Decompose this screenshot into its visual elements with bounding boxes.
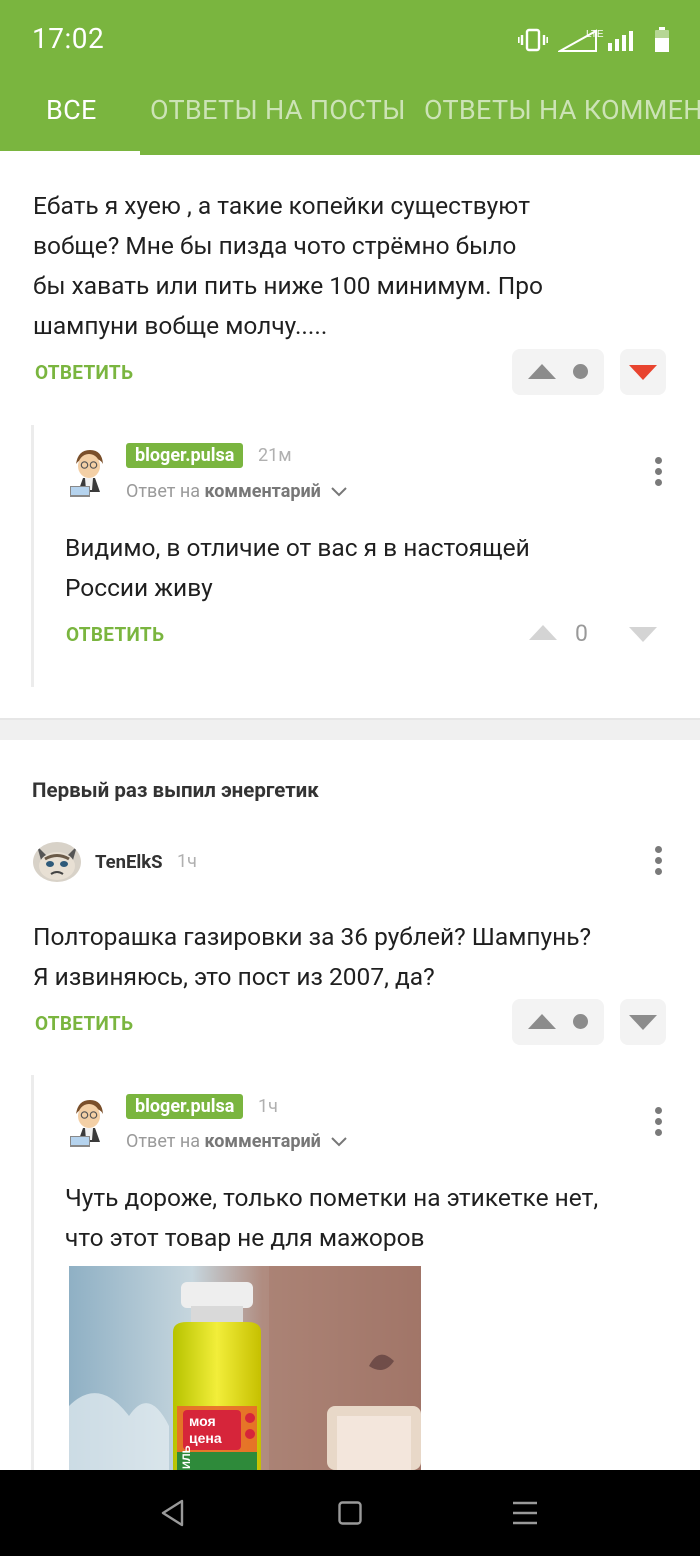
image-label: моя	[189, 1413, 216, 1429]
rating-hidden-dot	[573, 1014, 588, 1029]
reply-to[interactable]: Ответ на комментарий	[126, 481, 348, 502]
arrow-down-icon	[629, 1015, 657, 1030]
avatar[interactable]	[66, 444, 112, 500]
rating-value: 0	[575, 620, 588, 647]
avatar[interactable]	[33, 842, 81, 882]
app-header: 17:02 LTE ВСЕ ОТВЕТЫ НА ПОСТЫ ОТВЕТЫ НА …	[0, 0, 700, 155]
comment-time: 1ч	[258, 1096, 278, 1117]
comment-text: Полторашка газировки за 36 рублей? Шампу…	[33, 922, 592, 991]
reply-button[interactable]: ОТВЕТИТЬ	[35, 361, 133, 384]
section-divider	[0, 718, 700, 740]
username[interactable]: TenElkS	[95, 851, 163, 873]
status-bar: 17:02 LTE	[0, 0, 700, 80]
tab-post-replies[interactable]: ОТВЕТЫ НА ПОСТЫ	[150, 94, 406, 126]
comment-time: 1ч	[177, 851, 197, 872]
reply-button[interactable]: ОТВЕТИТЬ	[35, 1012, 133, 1035]
vote-box	[512, 349, 604, 395]
network-label: LTE	[586, 29, 604, 40]
status-icons: LTE	[518, 26, 670, 54]
downvote-button[interactable]	[620, 349, 666, 395]
comments-feed: Ебать я хуею , а такие копейки существую…	[0, 155, 700, 1470]
arrow-down-icon[interactable]	[629, 627, 657, 642]
chevron-down-icon	[331, 487, 348, 497]
rating-hidden-dot	[573, 364, 588, 379]
tabs: ВСЕ ОТВЕТЫ НА ПОСТЫ ОТВЕТЫ НА КОММЕНТАРИ…	[0, 80, 700, 155]
downvote-button[interactable]	[620, 999, 666, 1045]
battery-icon	[655, 27, 669, 52]
image-label: цена	[189, 1430, 222, 1446]
more-vertical-icon[interactable]	[648, 454, 668, 488]
system-nav-bar	[0, 1470, 700, 1556]
arrow-up-icon[interactable]	[529, 625, 557, 640]
back-icon[interactable]	[160, 1499, 186, 1527]
tab-comment-replies[interactable]: ОТВЕТЫ НА КОММЕНТАРИИ	[424, 94, 700, 126]
home-icon[interactable]	[338, 1501, 362, 1525]
comment-text: Ебать я хуею , а такие копейки существую…	[33, 191, 543, 340]
arrow-down-icon	[629, 365, 657, 380]
arrow-up-icon[interactable]	[528, 364, 556, 379]
thread-line	[31, 1075, 34, 1470]
attached-image[interactable]: моя цена ИЛЬ	[69, 1266, 421, 1470]
reply-text: Чуть дороже, только пометки на этикетке …	[65, 1183, 599, 1252]
username[interactable]: bloger.pulsa	[126, 443, 244, 468]
more-vertical-icon[interactable]	[648, 1104, 668, 1138]
arrow-up-icon[interactable]	[528, 1014, 556, 1029]
reply-button[interactable]: ОТВЕТИТЬ	[66, 623, 164, 646]
thread-line	[31, 425, 34, 687]
reply-to[interactable]: Ответ на комментарий	[126, 1131, 348, 1152]
post-title[interactable]: Первый раз выпил энергетик	[32, 779, 319, 803]
reply-text: Видимо, в отличие от вас я в настоящей Р…	[65, 533, 530, 602]
tab-all[interactable]: ВСЕ	[46, 94, 97, 126]
comment-time: 21м	[258, 445, 292, 466]
vibrate-icon	[518, 28, 548, 52]
username[interactable]: bloger.pulsa	[126, 1094, 244, 1119]
image-side-label: ИЛЬ	[181, 1445, 193, 1469]
avatar[interactable]	[66, 1094, 112, 1150]
vote-box	[512, 999, 604, 1045]
status-time: 17:02	[32, 22, 105, 55]
more-vertical-icon[interactable]	[648, 843, 668, 877]
recent-apps-icon[interactable]	[512, 1501, 538, 1525]
chevron-down-icon	[331, 1137, 348, 1147]
signal-icon: LTE	[558, 29, 633, 52]
